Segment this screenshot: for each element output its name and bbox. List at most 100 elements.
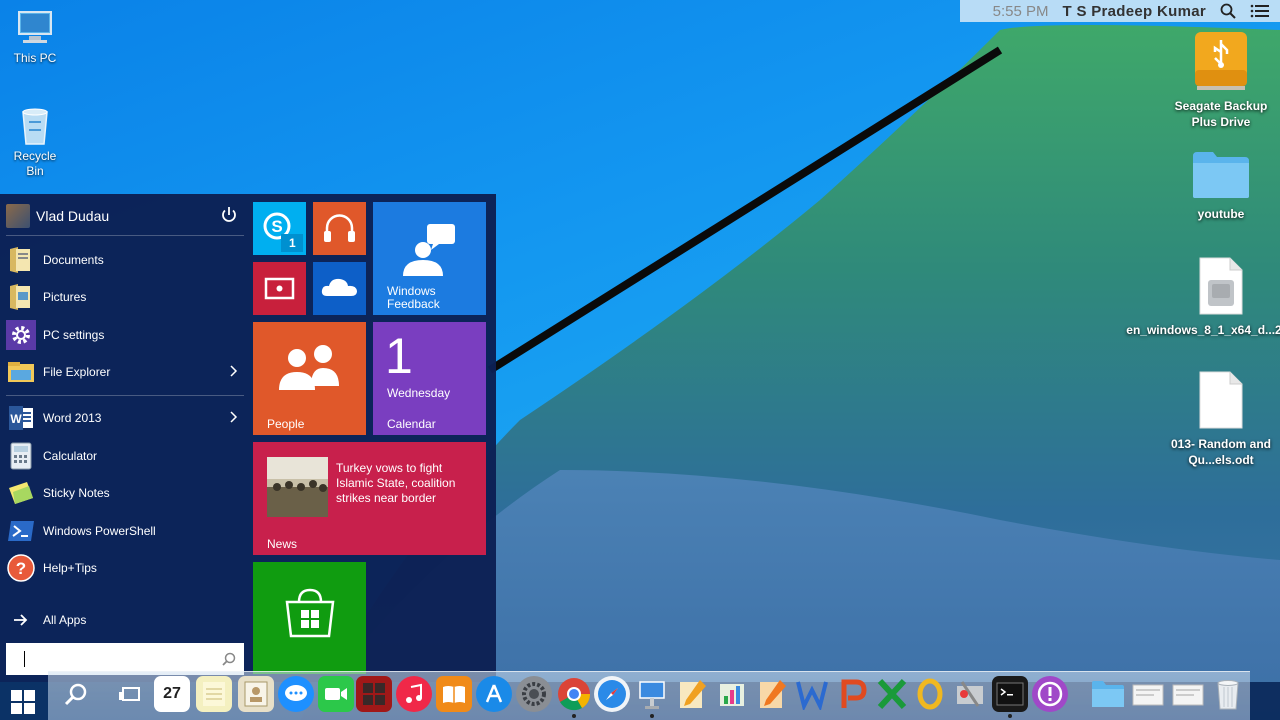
start-item-label: Windows PowerShell xyxy=(43,524,156,538)
start-menu: Vlad Dudau Documents Pictures PC setting… xyxy=(0,194,496,682)
dock-notes-icon[interactable] xyxy=(196,676,232,712)
dock-system-preferences-icon[interactable] xyxy=(516,676,552,712)
calendar-day-number: 1 xyxy=(385,328,413,384)
taskbar-search-icon[interactable] xyxy=(58,676,94,712)
dock-pages-alt-icon[interactable] xyxy=(754,676,790,712)
spotlight-search-icon[interactable] xyxy=(1220,3,1236,19)
file-explorer-icon xyxy=(6,357,36,387)
desktop-icon-iso-file[interactable]: en_windows_8_1_x64_d...217.iso xyxy=(1126,256,1280,338)
start-item-help-tips[interactable]: ? Help+Tips xyxy=(6,551,244,585)
dock-outlook-icon[interactable] xyxy=(912,676,948,712)
word-icon: W xyxy=(6,403,36,433)
dock-safari-icon[interactable] xyxy=(594,676,630,712)
svg-text:W: W xyxy=(10,412,22,426)
dock-messages-icon[interactable] xyxy=(278,676,314,712)
running-indicator xyxy=(572,714,576,718)
dock-feedback-assistant-icon[interactable] xyxy=(1032,676,1068,712)
dock-downloads-folder-icon[interactable] xyxy=(1090,676,1126,712)
all-apps-button[interactable]: All Apps xyxy=(6,603,244,637)
help-icon: ? xyxy=(6,553,36,583)
dock-ibooks-icon[interactable] xyxy=(436,676,472,712)
start-item-label: Word 2013 xyxy=(43,411,102,425)
cloud-icon xyxy=(321,278,357,296)
desktop-icon-label: Seagate Backup Plus Drive xyxy=(1174,99,1268,129)
documents-folder-icon xyxy=(6,245,36,275)
dock-facetime-icon[interactable] xyxy=(318,676,354,712)
tile-label: People xyxy=(267,417,305,431)
tile-calendar[interactable]: 1 Wednesday Calendar xyxy=(373,322,486,435)
start-item-calculator[interactable]: Calculator xyxy=(6,439,244,473)
dock-calendar-icon[interactable]: 27 xyxy=(154,676,190,712)
start-user-account[interactable]: Vlad Dudau xyxy=(6,202,244,230)
mac-menu-bar: 5:55 PM T S Pradeep Kumar xyxy=(960,0,1280,22)
start-user-name: Vlad Dudau xyxy=(36,208,110,224)
start-menu-list: Vlad Dudau Documents Pictures PC setting… xyxy=(0,194,246,682)
document-file-icon xyxy=(1199,371,1243,429)
tile-skype[interactable]: S 1 xyxy=(253,202,306,255)
dock-excel-icon[interactable] xyxy=(874,676,910,712)
tile-music[interactable] xyxy=(313,202,366,255)
dock-trash-icon[interactable] xyxy=(1210,676,1246,712)
power-icon[interactable] xyxy=(220,206,238,229)
windows-start-icon[interactable] xyxy=(10,689,36,720)
arrow-right-icon xyxy=(6,605,36,635)
dock-keynote-icon[interactable] xyxy=(634,676,670,718)
news-photo xyxy=(267,457,328,517)
desktop-icon-seagate-drive[interactable]: Seagate Backup Plus Drive xyxy=(1166,30,1276,130)
skype-badge: 1 xyxy=(289,236,296,250)
dock-terminal-icon[interactable] xyxy=(992,676,1028,718)
dock-chrome-icon[interactable] xyxy=(556,676,592,718)
start-item-label: Help+Tips xyxy=(43,561,97,575)
dock-word-icon[interactable] xyxy=(794,676,830,712)
headphones-icon xyxy=(324,214,355,242)
recycle-bin-icon xyxy=(22,108,48,145)
tile-label: News xyxy=(267,537,298,551)
dock-pages-icon[interactable] xyxy=(674,676,710,712)
people-icon xyxy=(279,345,339,390)
tile-people[interactable]: People xyxy=(253,322,366,435)
folder-icon xyxy=(1193,152,1249,198)
dock-document-stack-icon[interactable] xyxy=(1130,676,1166,712)
tile-windows-feedback[interactable]: Windows Feedback xyxy=(373,202,486,315)
start-item-pictures[interactable]: Pictures xyxy=(6,280,244,314)
dock-photo-booth-icon[interactable] xyxy=(356,676,392,712)
search-icon[interactable] xyxy=(222,652,236,671)
start-item-file-explorer[interactable]: File Explorer xyxy=(6,355,244,389)
tile-store[interactable] xyxy=(253,562,366,674)
tile-news[interactable]: Turkey vows to fight Islamic State, coal… xyxy=(253,442,486,555)
desktop-icon-recycle-bin[interactable]: Recycle Bin xyxy=(4,104,66,179)
store-bag-icon xyxy=(285,588,335,638)
tile-onedrive[interactable] xyxy=(313,262,366,315)
tile-label: Windows Feedback xyxy=(387,284,440,311)
desktop-icon-this-pc[interactable]: This PC xyxy=(6,8,64,66)
dock-app-store-icon[interactable] xyxy=(476,676,512,712)
start-item-pc-settings[interactable]: PC settings xyxy=(6,318,244,352)
start-item-sticky-notes[interactable]: Sticky Notes xyxy=(6,476,244,510)
desktop-icon-odt-file[interactable]: 013- Random and Qu...els.odt xyxy=(1166,370,1276,468)
dock-document-stack-2-icon[interactable] xyxy=(1170,676,1206,712)
task-view-icon[interactable] xyxy=(112,676,148,712)
chevron-right-icon[interactable] xyxy=(228,364,238,381)
start-item-label: PC settings xyxy=(43,328,105,342)
dock-contacts-icon[interactable] xyxy=(238,676,274,712)
svg-text:S: S xyxy=(271,217,282,236)
start-item-windows-powershell[interactable]: Windows PowerShell xyxy=(6,514,244,548)
desktop-icon-label: Recycle Bin xyxy=(13,149,57,178)
dock-itunes-icon[interactable] xyxy=(396,676,432,712)
tile-video[interactable] xyxy=(253,262,306,315)
separator xyxy=(6,235,244,236)
powershell-icon xyxy=(6,516,36,546)
desktop-icon-label: This PC xyxy=(13,51,57,65)
notification-center-icon[interactable] xyxy=(1250,3,1270,19)
user-name[interactable]: T S Pradeep Kumar xyxy=(1063,3,1206,20)
dock-powerpoint-icon[interactable] xyxy=(834,676,870,712)
start-item-word-2013[interactable]: W Word 2013 xyxy=(6,401,244,435)
disk-image-file-icon xyxy=(1199,257,1243,315)
dock-numbers-icon[interactable] xyxy=(714,676,750,712)
desktop-icon-label: en_windows_8_1_x64_d...217.iso xyxy=(1126,323,1280,337)
chevron-right-icon[interactable] xyxy=(228,410,238,427)
feedback-people-icon xyxy=(403,224,455,276)
desktop-icon-youtube-folder[interactable]: youtube xyxy=(1166,150,1276,222)
dock-network-utility-icon[interactable] xyxy=(952,676,988,712)
start-item-documents[interactable]: Documents xyxy=(6,243,244,277)
